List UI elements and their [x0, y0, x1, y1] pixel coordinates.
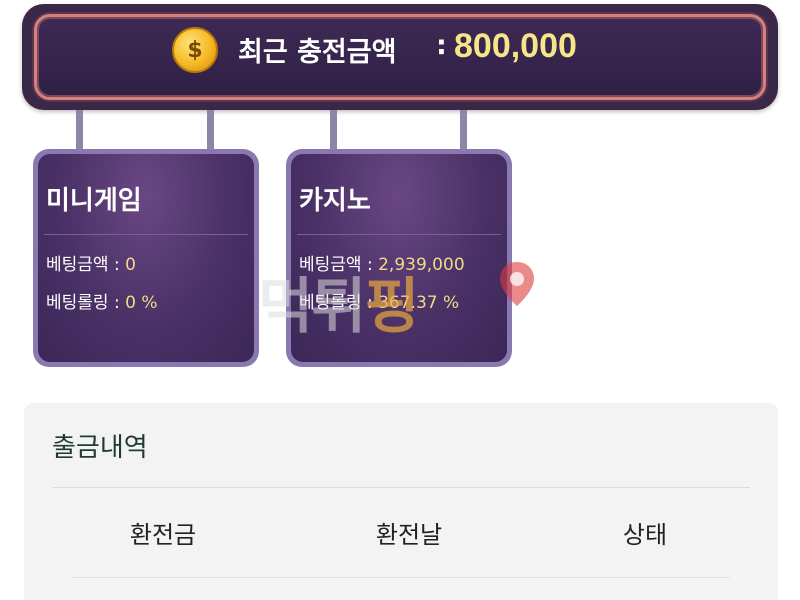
column-header-date: 환전날	[375, 521, 443, 549]
card-connector-post	[330, 110, 337, 150]
rolling-label: 베팅롤링	[299, 293, 362, 313]
rolling-colon: :	[113, 293, 126, 313]
card-connector-post	[207, 110, 214, 150]
recent-charge-banner-frame	[34, 14, 766, 100]
panel-divider	[52, 487, 750, 488]
rolling-value: 367.37 %	[378, 293, 460, 313]
card-divider	[297, 234, 501, 235]
minigame-card-title: 미니게임	[46, 186, 142, 216]
rolling-value: 0 %	[125, 293, 158, 313]
table-header-divider	[72, 577, 730, 578]
card-divider	[44, 234, 248, 235]
casino-rolling-row: 베팅롤링 : 367.37 %	[299, 288, 459, 313]
minigame-bet-amount-row: 베팅금액 : 0	[46, 250, 136, 275]
rolling-label: 베팅롤링	[46, 293, 109, 313]
dollar-coin-icon: $	[172, 27, 218, 73]
recent-charge-amount: 800,000	[454, 27, 577, 65]
recent-charge-banner: $ 최근 충전금액 : 800,000	[22, 4, 778, 110]
minigame-stats-card-body: 미니게임 베팅금액 : 0 베팅롤링 : 0 %	[38, 154, 254, 362]
rolling-colon: :	[366, 293, 379, 313]
column-header-amount: 환전금	[129, 521, 197, 549]
withdrawal-history-title: 출금내역	[52, 433, 148, 463]
column-header-status: 상태	[622, 521, 668, 549]
bet-amount-label: 베팅금액	[46, 255, 109, 275]
bet-amount-colon: :	[113, 255, 126, 275]
withdrawal-history-panel: 출금내역 환전금 환전날 상태	[24, 403, 778, 600]
bet-amount-label: 베팅금액	[299, 255, 362, 275]
card-connector-post	[76, 110, 83, 150]
casino-card-title: 카지노	[299, 186, 371, 216]
casino-bet-amount-row: 베팅금액 : 2,939,000	[299, 250, 465, 275]
recent-charge-separator: :	[436, 30, 447, 61]
minigame-stats-card: 미니게임 베팅금액 : 0 베팅롤링 : 0 %	[33, 149, 259, 367]
recent-charge-label: 최근 충전금액	[238, 37, 397, 68]
coin-symbol: $	[187, 37, 203, 63]
casino-stats-card-body: 카지노 베팅금액 : 2,939,000 베팅롤링 : 367.37 %	[291, 154, 507, 362]
bet-amount-colon: :	[366, 255, 379, 275]
minigame-rolling-row: 베팅롤링 : 0 %	[46, 288, 157, 313]
bet-amount-value: 0	[125, 255, 136, 275]
casino-stats-card: 카지노 베팅금액 : 2,939,000 베팅롤링 : 367.37 %	[286, 149, 512, 367]
card-connector-post	[460, 110, 467, 150]
bet-amount-value: 2,939,000	[378, 255, 465, 275]
